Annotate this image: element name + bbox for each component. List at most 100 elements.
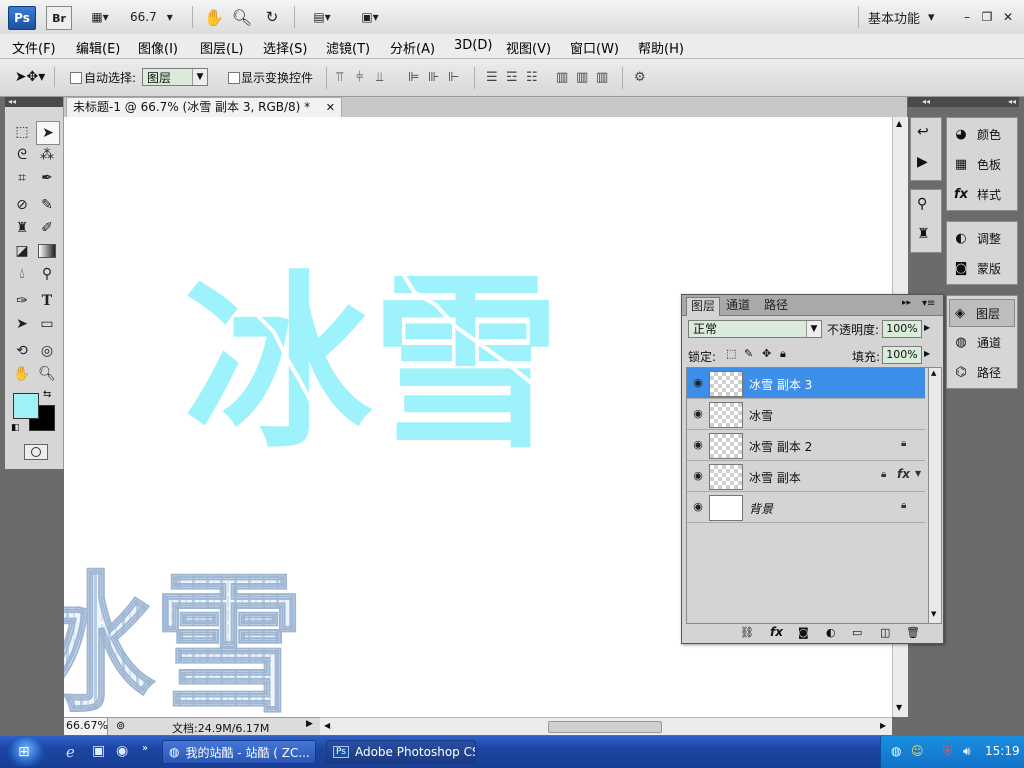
history-brush-tool[interactable]: ✐ <box>36 217 58 239</box>
layer-list-scrollbar[interactable]: ▲ ▼ <box>928 367 942 624</box>
menu-select[interactable]: 选择(S) <box>263 38 307 57</box>
add-layer-style-icon[interactable]: fx <box>770 625 783 639</box>
blend-mode-dropdown[interactable]: 正常 ▼ <box>688 320 822 338</box>
dock-collapse-handle[interactable]: ◂◂ <box>908 97 944 107</box>
add-mask-icon[interactable]: ◙ <box>798 626 809 639</box>
workspace-switcher[interactable]: 基本功能 ▾ <box>868 6 948 28</box>
bridge-launch-button[interactable]: Br <box>46 6 72 30</box>
distribute-top-icon[interactable]: ☰ <box>486 70 498 85</box>
scroll-down-icon[interactable]: ▼ <box>896 703 902 712</box>
menu-filter[interactable]: 滤镜(T) <box>326 38 370 57</box>
distribute-vertical-centers-icon[interactable]: ☲ <box>506 70 518 85</box>
menu-view[interactable]: 视图(V) <box>506 38 551 57</box>
taskbar-photoshop-window[interactable]: Ps Adobe Photoshop CS4... <box>326 740 476 764</box>
opacity-field[interactable]: 100% <box>882 320 922 338</box>
menu-image[interactable]: 图像(I) <box>138 38 178 57</box>
zoom-tool-button[interactable]: 🔍︎ <box>230 6 254 28</box>
close-button[interactable]: ✕ <box>999 6 1017 28</box>
3d-rotate-tool[interactable]: ⟲ <box>11 340 33 362</box>
screen-mode-button[interactable]: ▣▾ <box>352 6 388 28</box>
foreground-color-swatch[interactable] <box>13 393 39 419</box>
hand-tool[interactable]: ✋ <box>11 363 33 385</box>
zoom-level-dropdown[interactable]: 66.7 ▾ <box>130 6 182 28</box>
status-menu-arrow-icon[interactable]: ▶ <box>306 719 313 729</box>
menu-analysis[interactable]: 分析(A) <box>390 38 435 57</box>
pen-tool[interactable]: ✑ <box>11 290 33 312</box>
layer-row[interactable]: ◉ 冰雪 <box>687 399 925 430</box>
auto-select-checkbox[interactable] <box>70 72 82 84</box>
tab-channels[interactable]: 通道 <box>722 297 754 315</box>
lock-all-icon[interactable]: 🔒︎ <box>780 347 786 361</box>
layer-row[interactable]: ◉ 冰雪 副本 🔒︎ fx ▼ <box>687 461 925 492</box>
arrange-documents-button[interactable]: ▤▾ <box>304 6 340 28</box>
visibility-eye-icon[interactable]: ◉ <box>691 407 705 421</box>
rectangle-tool[interactable]: ▭ <box>36 313 58 335</box>
expand-effects-icon[interactable]: ▼ <box>915 469 921 478</box>
link-layers-icon[interactable]: ⛓ <box>740 626 754 639</box>
dock-paths[interactable]: ⌬ 路径 <box>951 359 1001 385</box>
dock-channels[interactable]: ◍ 通道 <box>951 329 1001 355</box>
tab-layers[interactable]: 图层 <box>686 297 721 316</box>
path-selection-tool[interactable]: ➤ <box>11 313 33 335</box>
new-layer-icon[interactable]: ◫ <box>880 626 890 639</box>
history-icon[interactable]: ↩ <box>917 124 929 140</box>
magic-wand-tool[interactable]: ⁂ <box>36 144 58 166</box>
toolbox-collapse-handle[interactable]: ◂◂ <box>5 97 63 107</box>
auto-align-layers-icon[interactable]: ⚙ <box>634 70 646 85</box>
new-group-icon[interactable]: ▭ <box>852 626 862 639</box>
horizontal-scrollbar[interactable]: ◀ ▶ <box>320 717 892 735</box>
tray-messenger-icon[interactable]: ☺ <box>911 744 924 758</box>
auto-select-target-dropdown[interactable]: 图层 ▼ <box>142 68 208 86</box>
dock-layers[interactable]: ◈ 图层 <box>949 299 1015 327</box>
dock-styles[interactable]: fx 样式 <box>951 181 1001 207</box>
tab-paths[interactable]: 路径 <box>760 297 792 315</box>
menu-window[interactable]: 窗口(W) <box>570 38 619 57</box>
scroll-left-icon[interactable]: ◀ <box>324 721 330 730</box>
default-colors-icon[interactable]: ◧ <box>11 423 20 433</box>
opacity-slider-arrow-icon[interactable]: ▶ <box>924 323 930 332</box>
scroll-right-icon[interactable]: ▶ <box>880 721 886 730</box>
clone-source-icon[interactable]: ♜ <box>917 226 930 242</box>
lasso-tool[interactable]: ᘓ <box>11 144 33 166</box>
dock-swatches[interactable]: ▦ 色板 <box>951 151 1001 177</box>
eyedropper-tool[interactable]: ✒ <box>36 167 58 189</box>
visibility-eye-icon[interactable]: ◉ <box>691 376 705 390</box>
panel-dock-collapse-handle[interactable]: ◂◂ <box>944 97 1019 107</box>
rotate-view-button[interactable]: ↻ <box>260 6 284 28</box>
menu-file[interactable]: 文件(F) <box>12 38 56 57</box>
layer-row[interactable]: ◉ 冰雪 副本 2 🔒︎ <box>687 430 925 461</box>
align-left-edges-icon[interactable]: ⊫ <box>408 70 419 85</box>
move-tool[interactable]: ➤ <box>36 121 60 145</box>
internet-explorer-icon[interactable]: ℯ <box>66 743 75 761</box>
type-tool[interactable]: T <box>36 290 58 312</box>
fill-slider-arrow-icon[interactable]: ▶ <box>924 349 930 358</box>
clone-stamp-tool[interactable]: ♜ <box>11 217 33 239</box>
gradient-tool[interactable] <box>36 240 58 262</box>
menu-help[interactable]: 帮助(H) <box>638 38 684 57</box>
show-transform-controls-checkbox[interactable] <box>228 72 240 84</box>
quick-launch-overflow-icon[interactable]: » <box>142 743 148 754</box>
horizontal-scroll-thumb[interactable] <box>548 721 662 733</box>
crop-tool[interactable]: ⌗ <box>11 167 33 189</box>
menu-edit[interactable]: 编辑(E) <box>76 38 120 57</box>
scroll-down-icon[interactable]: ▼ <box>931 610 936 618</box>
blur-tool[interactable]: 💧︎ <box>11 263 33 285</box>
taskbar-browser-window[interactable]: ◍ 我的站酷 - 站酷 ( ZC... <box>162 740 316 764</box>
menu-3d[interactable]: 3D(D) <box>454 38 492 53</box>
media-player-icon[interactable]: ◉ <box>116 743 128 759</box>
layer-effects-icon[interactable]: fx <box>897 467 910 481</box>
healing-brush-tool[interactable]: ⊘ <box>11 194 33 216</box>
distribute-horizontal-centers-icon[interactable]: ▥ <box>576 70 588 85</box>
dock-masks[interactable]: ◙ 蒙版 <box>951 255 1001 281</box>
menu-layer[interactable]: 图层(L) <box>200 38 243 57</box>
dock-color[interactable]: ◕ 颜色 <box>951 121 1001 147</box>
document-tab[interactable]: 未标题-1 @ 66.7% (冰雪 副本 3, RGB/8) * ✕ <box>66 97 342 118</box>
minimize-button[interactable]: – <box>958 6 976 28</box>
tray-app-icon[interactable]: ◍ <box>891 744 901 758</box>
zoom-tool[interactable]: 🔍︎ <box>36 363 58 385</box>
align-right-edges-icon[interactable]: ⊩ <box>448 70 459 85</box>
new-adjustment-layer-icon[interactable]: ◐ <box>826 626 836 639</box>
view-extras-button[interactable]: ▦▾ <box>82 6 118 28</box>
align-top-edges-icon[interactable]: ⫪ <box>336 70 343 85</box>
distribute-left-icon[interactable]: ▥ <box>556 70 568 85</box>
